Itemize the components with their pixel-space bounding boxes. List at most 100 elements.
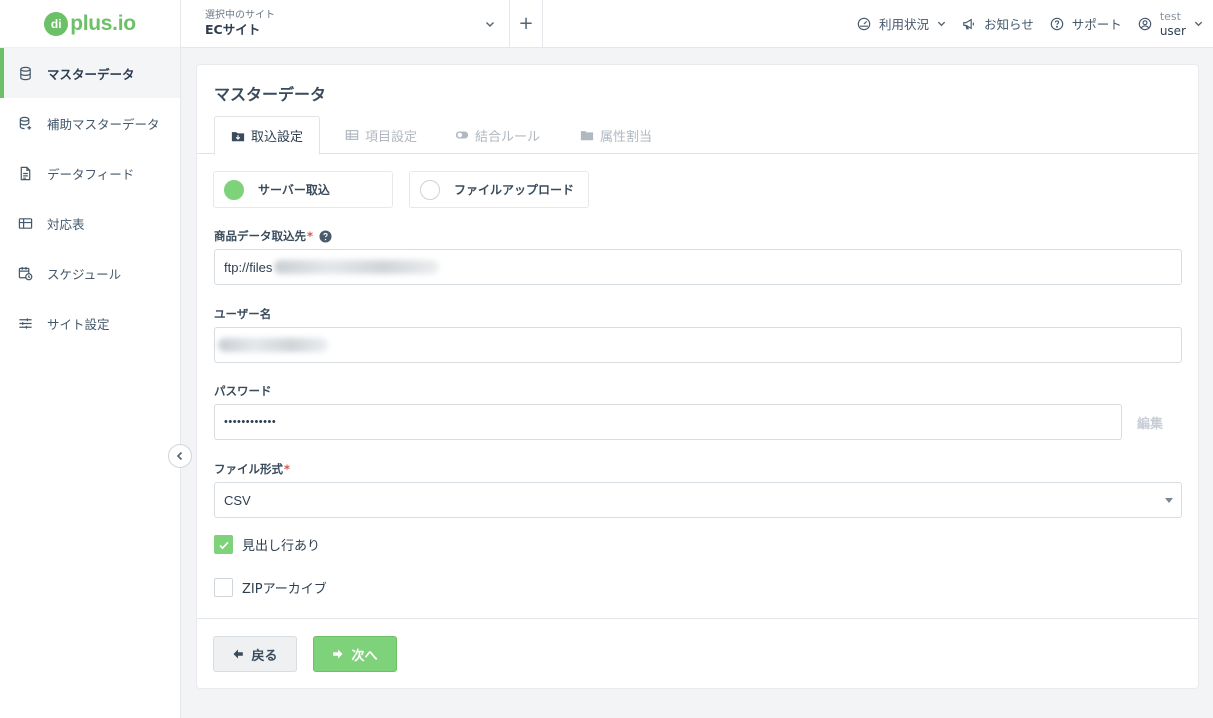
radio-selected-indicator	[224, 179, 244, 200]
tab-label: 結合ルール	[475, 129, 541, 145]
support-link[interactable]: サポート	[1050, 14, 1122, 33]
site-selector-value: ECサイト	[205, 21, 261, 37]
add-site-button[interactable]: +	[510, 0, 543, 48]
header-row-label: 見出し行あり	[242, 539, 321, 554]
tab-field-settings[interactable]: 項目設定	[329, 116, 433, 154]
sidebar-item-mapping-table[interactable]: 対応表	[0, 198, 180, 248]
sidebar-item-label: データフィード	[47, 166, 135, 182]
sidebar: di plus.io マスターデータ 補助マスターデータ データフィード 対応表…	[0, 0, 181, 718]
megaphone-icon	[963, 18, 975, 29]
sidebar-item-aux-master-data[interactable]: 補助マスターデータ	[0, 98, 180, 148]
required-mark: *	[284, 462, 291, 476]
folder-icon	[580, 131, 594, 141]
radio-label: ファイルアップロード	[454, 183, 575, 197]
sidebar-item-master-data[interactable]: マスターデータ	[0, 48, 180, 98]
news-label: お知らせ	[984, 17, 1034, 32]
source-url-input[interactable]: ftp://files	[214, 249, 1182, 285]
file-format-select[interactable]: CSV	[214, 482, 1182, 518]
sidebar-item-label: 対応表	[47, 216, 85, 232]
file-format-field-label: ファイル形式 *	[214, 461, 290, 477]
table-icon	[345, 130, 359, 140]
radio-file-upload[interactable]: ファイルアップロード	[409, 171, 589, 208]
password-value: ••••••••••••	[224, 416, 277, 428]
logo-badge: di	[44, 11, 69, 36]
question-circle-icon	[1050, 17, 1064, 30]
table-icon	[18, 217, 33, 229]
password-input[interactable]: ••••••••••••	[214, 404, 1122, 440]
username-label-text: ユーザー名	[214, 307, 272, 321]
password-field-label: パスワード	[214, 383, 272, 399]
zip-checkbox[interactable]	[214, 578, 233, 597]
file-format-label-text: ファイル形式	[214, 462, 283, 476]
database-plus-icon	[19, 116, 32, 130]
page-title: マスターデータ	[214, 85, 327, 104]
sidebar-item-schedule[interactable]: スケジュール	[0, 248, 180, 298]
sliders-icon	[19, 317, 32, 329]
username-field-label: ユーザー名	[214, 306, 271, 322]
next-button-label: 次へ	[351, 648, 378, 664]
usage-menu[interactable]: 利用状況	[857, 14, 946, 33]
support-label: サポート	[1071, 17, 1122, 32]
usage-label: 利用状況	[879, 17, 930, 32]
database-icon	[20, 66, 31, 80]
arrow-left-icon	[233, 649, 244, 659]
username-input[interactable]	[214, 327, 1182, 363]
radio-unselected-indicator	[420, 179, 440, 200]
source-label-text: 商品データ取込先	[214, 229, 306, 243]
user-name-line2: user	[1159, 23, 1186, 38]
arrow-right-icon	[333, 649, 343, 659]
tab-label: 属性割当	[600, 129, 653, 145]
help-icon[interactable]	[319, 229, 332, 243]
password-edit-button[interactable]: 編集	[1137, 413, 1163, 432]
logo-text: plus.io	[70, 11, 136, 35]
tab-attribute-assignment[interactable]: 属性割当	[564, 116, 668, 154]
password-label-text: パスワード	[214, 384, 272, 398]
gauge-icon	[857, 17, 871, 30]
sidebar-item-site-settings[interactable]: サイト設定	[0, 298, 180, 348]
site-selector[interactable]: 選択中のサイト ECサイト	[181, 0, 510, 48]
check-icon	[218, 541, 229, 549]
toggle-icon	[455, 131, 469, 139]
chevron-down-icon	[1194, 21, 1203, 27]
news-link[interactable]: お知らせ	[962, 14, 1034, 33]
chevron-down-icon	[937, 21, 946, 27]
source-url-value: ftp://files	[224, 259, 273, 275]
logo[interactable]: di plus.io	[0, 0, 180, 48]
header-row-checkbox[interactable]	[214, 535, 233, 554]
tab-bar: 取込設定 項目設定 結合ルール 属性割当	[197, 116, 1198, 155]
user-circle-icon	[1138, 17, 1152, 30]
sidebar-item-label: サイト設定	[47, 316, 110, 332]
back-button[interactable]: 戻る	[213, 636, 297, 672]
radio-server-import[interactable]: サーバー取込	[213, 171, 393, 208]
tab-merge-rules[interactable]: 結合ルール	[439, 116, 556, 154]
sidebar-item-label: マスターデータ	[47, 66, 135, 82]
zip-label: ZIPアーカイブ	[242, 582, 327, 597]
back-button-label: 戻る	[251, 648, 278, 664]
sidebar-collapse-button[interactable]	[168, 444, 192, 468]
card-footer-divider	[197, 618, 1198, 619]
caret-down-icon	[1165, 498, 1173, 503]
redacted-blur	[218, 338, 328, 352]
header-row-checkbox-row[interactable]: 見出し行あり	[214, 535, 320, 554]
user-name-line1: test	[1159, 9, 1181, 23]
radio-label: サーバー取込	[258, 183, 330, 197]
calendar-clock-icon	[18, 266, 33, 280]
chevron-down-icon	[486, 21, 494, 27]
tab-label: 項目設定	[365, 129, 418, 145]
source-field-label: 商品データ取込先 *	[214, 228, 332, 244]
folder-download-icon	[231, 131, 245, 141]
tab-import-settings[interactable]: 取込設定	[214, 116, 321, 155]
required-mark: *	[307, 229, 314, 243]
file-format-value: CSV	[224, 492, 251, 508]
sidebar-item-data-feed[interactable]: データフィード	[0, 148, 180, 198]
site-selector-label: 選択中のサイト	[205, 9, 275, 21]
sidebar-item-label: スケジュール	[47, 266, 122, 282]
master-data-card: マスターデータ 取込設定 項目設定 結合ルール 属性割当 サーバー取込 ファイル…	[197, 65, 1198, 688]
chevron-left-icon	[176, 451, 183, 461]
redacted-blur	[274, 260, 440, 274]
next-button[interactable]: 次へ	[313, 636, 397, 672]
top-header: 選択中のサイト ECサイト + 利用状況 お知らせ サポート test user	[181, 0, 1213, 48]
user-menu[interactable]: test user	[1138, 10, 1203, 38]
zip-checkbox-row[interactable]: ZIPアーカイブ	[214, 578, 327, 597]
tab-label: 取込設定	[251, 130, 304, 145]
